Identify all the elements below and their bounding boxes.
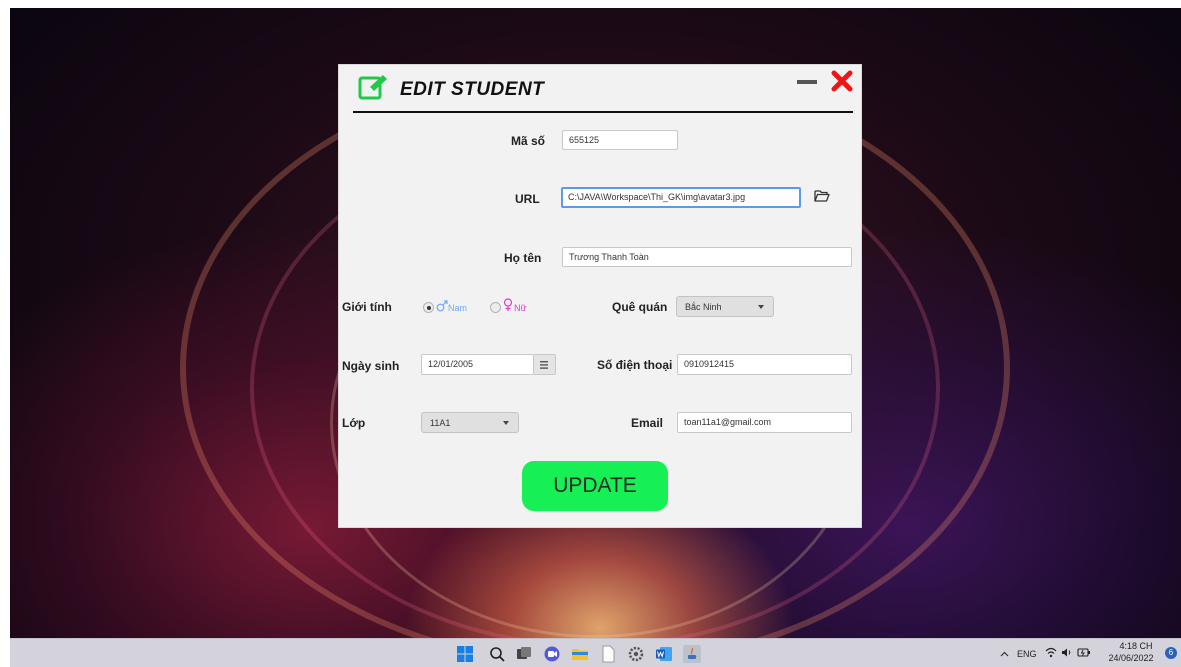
gender-radio-female[interactable] bbox=[490, 302, 501, 313]
id-label: Mã số bbox=[511, 134, 546, 148]
update-button[interactable]: UPDATE bbox=[522, 461, 668, 511]
wifi-icon[interactable] bbox=[1045, 647, 1057, 658]
hometown-value: Bắc Ninh bbox=[685, 302, 722, 312]
battery-icon[interactable] bbox=[1077, 647, 1091, 658]
task-view-icon[interactable] bbox=[515, 645, 533, 663]
notification-badge[interactable]: 6 bbox=[1165, 647, 1177, 659]
chat-icon[interactable] bbox=[543, 645, 561, 663]
hometown-label: Quê quán bbox=[612, 300, 668, 314]
minimize-button[interactable] bbox=[797, 76, 817, 88]
language-indicator[interactable]: ENG bbox=[1017, 649, 1037, 659]
taskbar: ENG 4:18 CH 24/06/2022 6 bbox=[10, 638, 1181, 667]
email-label: Email bbox=[631, 416, 664, 430]
gender-radio-male[interactable] bbox=[423, 302, 434, 313]
gender-option-female: Nữ bbox=[514, 303, 527, 313]
gender-label: Giới tính bbox=[342, 300, 392, 314]
top-strip bbox=[0, 0, 1181, 8]
edit-icon bbox=[358, 75, 387, 100]
gender-option-male: Nam bbox=[448, 303, 468, 313]
phone-field[interactable]: 0910912415 bbox=[677, 354, 852, 375]
dob-label: Ngày sinh bbox=[342, 359, 400, 373]
email-field[interactable]: toan11a1@gmail.com bbox=[677, 412, 852, 433]
edit-student-window: EDIT STUDENT Mã số 655125 URL C:\JAVA\Wo… bbox=[338, 64, 862, 528]
notepad-icon[interactable] bbox=[599, 645, 617, 663]
chevron-down-icon bbox=[503, 421, 509, 425]
word-icon[interactable] bbox=[655, 645, 673, 663]
date-picker-button[interactable] bbox=[534, 354, 556, 375]
clock-date[interactable]: 24/06/2022 bbox=[1100, 653, 1162, 663]
male-symbol-icon bbox=[436, 300, 448, 312]
clock-time[interactable]: 4:18 CH bbox=[1110, 641, 1162, 651]
chevron-down-icon bbox=[758, 305, 764, 309]
title-divider bbox=[353, 111, 853, 113]
folder-open-icon[interactable] bbox=[814, 189, 830, 203]
windows-start-icon[interactable] bbox=[456, 645, 474, 663]
hometown-select[interactable]: Bắc Ninh bbox=[676, 296, 774, 317]
url-field[interactable]: C:\JAVA\Workspace\Thi_GK\img\avatar3.jpg bbox=[561, 187, 801, 208]
window-title: EDIT STUDENT bbox=[400, 79, 545, 100]
id-field[interactable]: 655125 bbox=[562, 130, 678, 150]
url-label: URL bbox=[515, 192, 540, 206]
settings-icon[interactable] bbox=[627, 645, 645, 663]
class-label: Lớp bbox=[342, 416, 366, 430]
chevron-up-icon[interactable] bbox=[1000, 651, 1009, 657]
female-symbol-icon bbox=[503, 298, 513, 311]
class-value: 11A1 bbox=[430, 418, 451, 428]
calendar-icon bbox=[540, 361, 548, 369]
search-icon[interactable] bbox=[488, 645, 506, 663]
java-app-icon[interactable] bbox=[683, 645, 701, 663]
close-icon[interactable] bbox=[829, 68, 855, 94]
file-explorer-icon[interactable] bbox=[571, 645, 589, 663]
dob-field[interactable]: 12/01/2005 bbox=[421, 354, 534, 375]
phone-label: Số điện thoại bbox=[597, 358, 673, 372]
name-field[interactable]: Trương Thanh Toàn bbox=[562, 247, 852, 267]
class-select[interactable]: 11A1 bbox=[421, 412, 519, 433]
volume-icon[interactable] bbox=[1061, 647, 1073, 658]
name-label: Họ tên bbox=[504, 251, 542, 265]
